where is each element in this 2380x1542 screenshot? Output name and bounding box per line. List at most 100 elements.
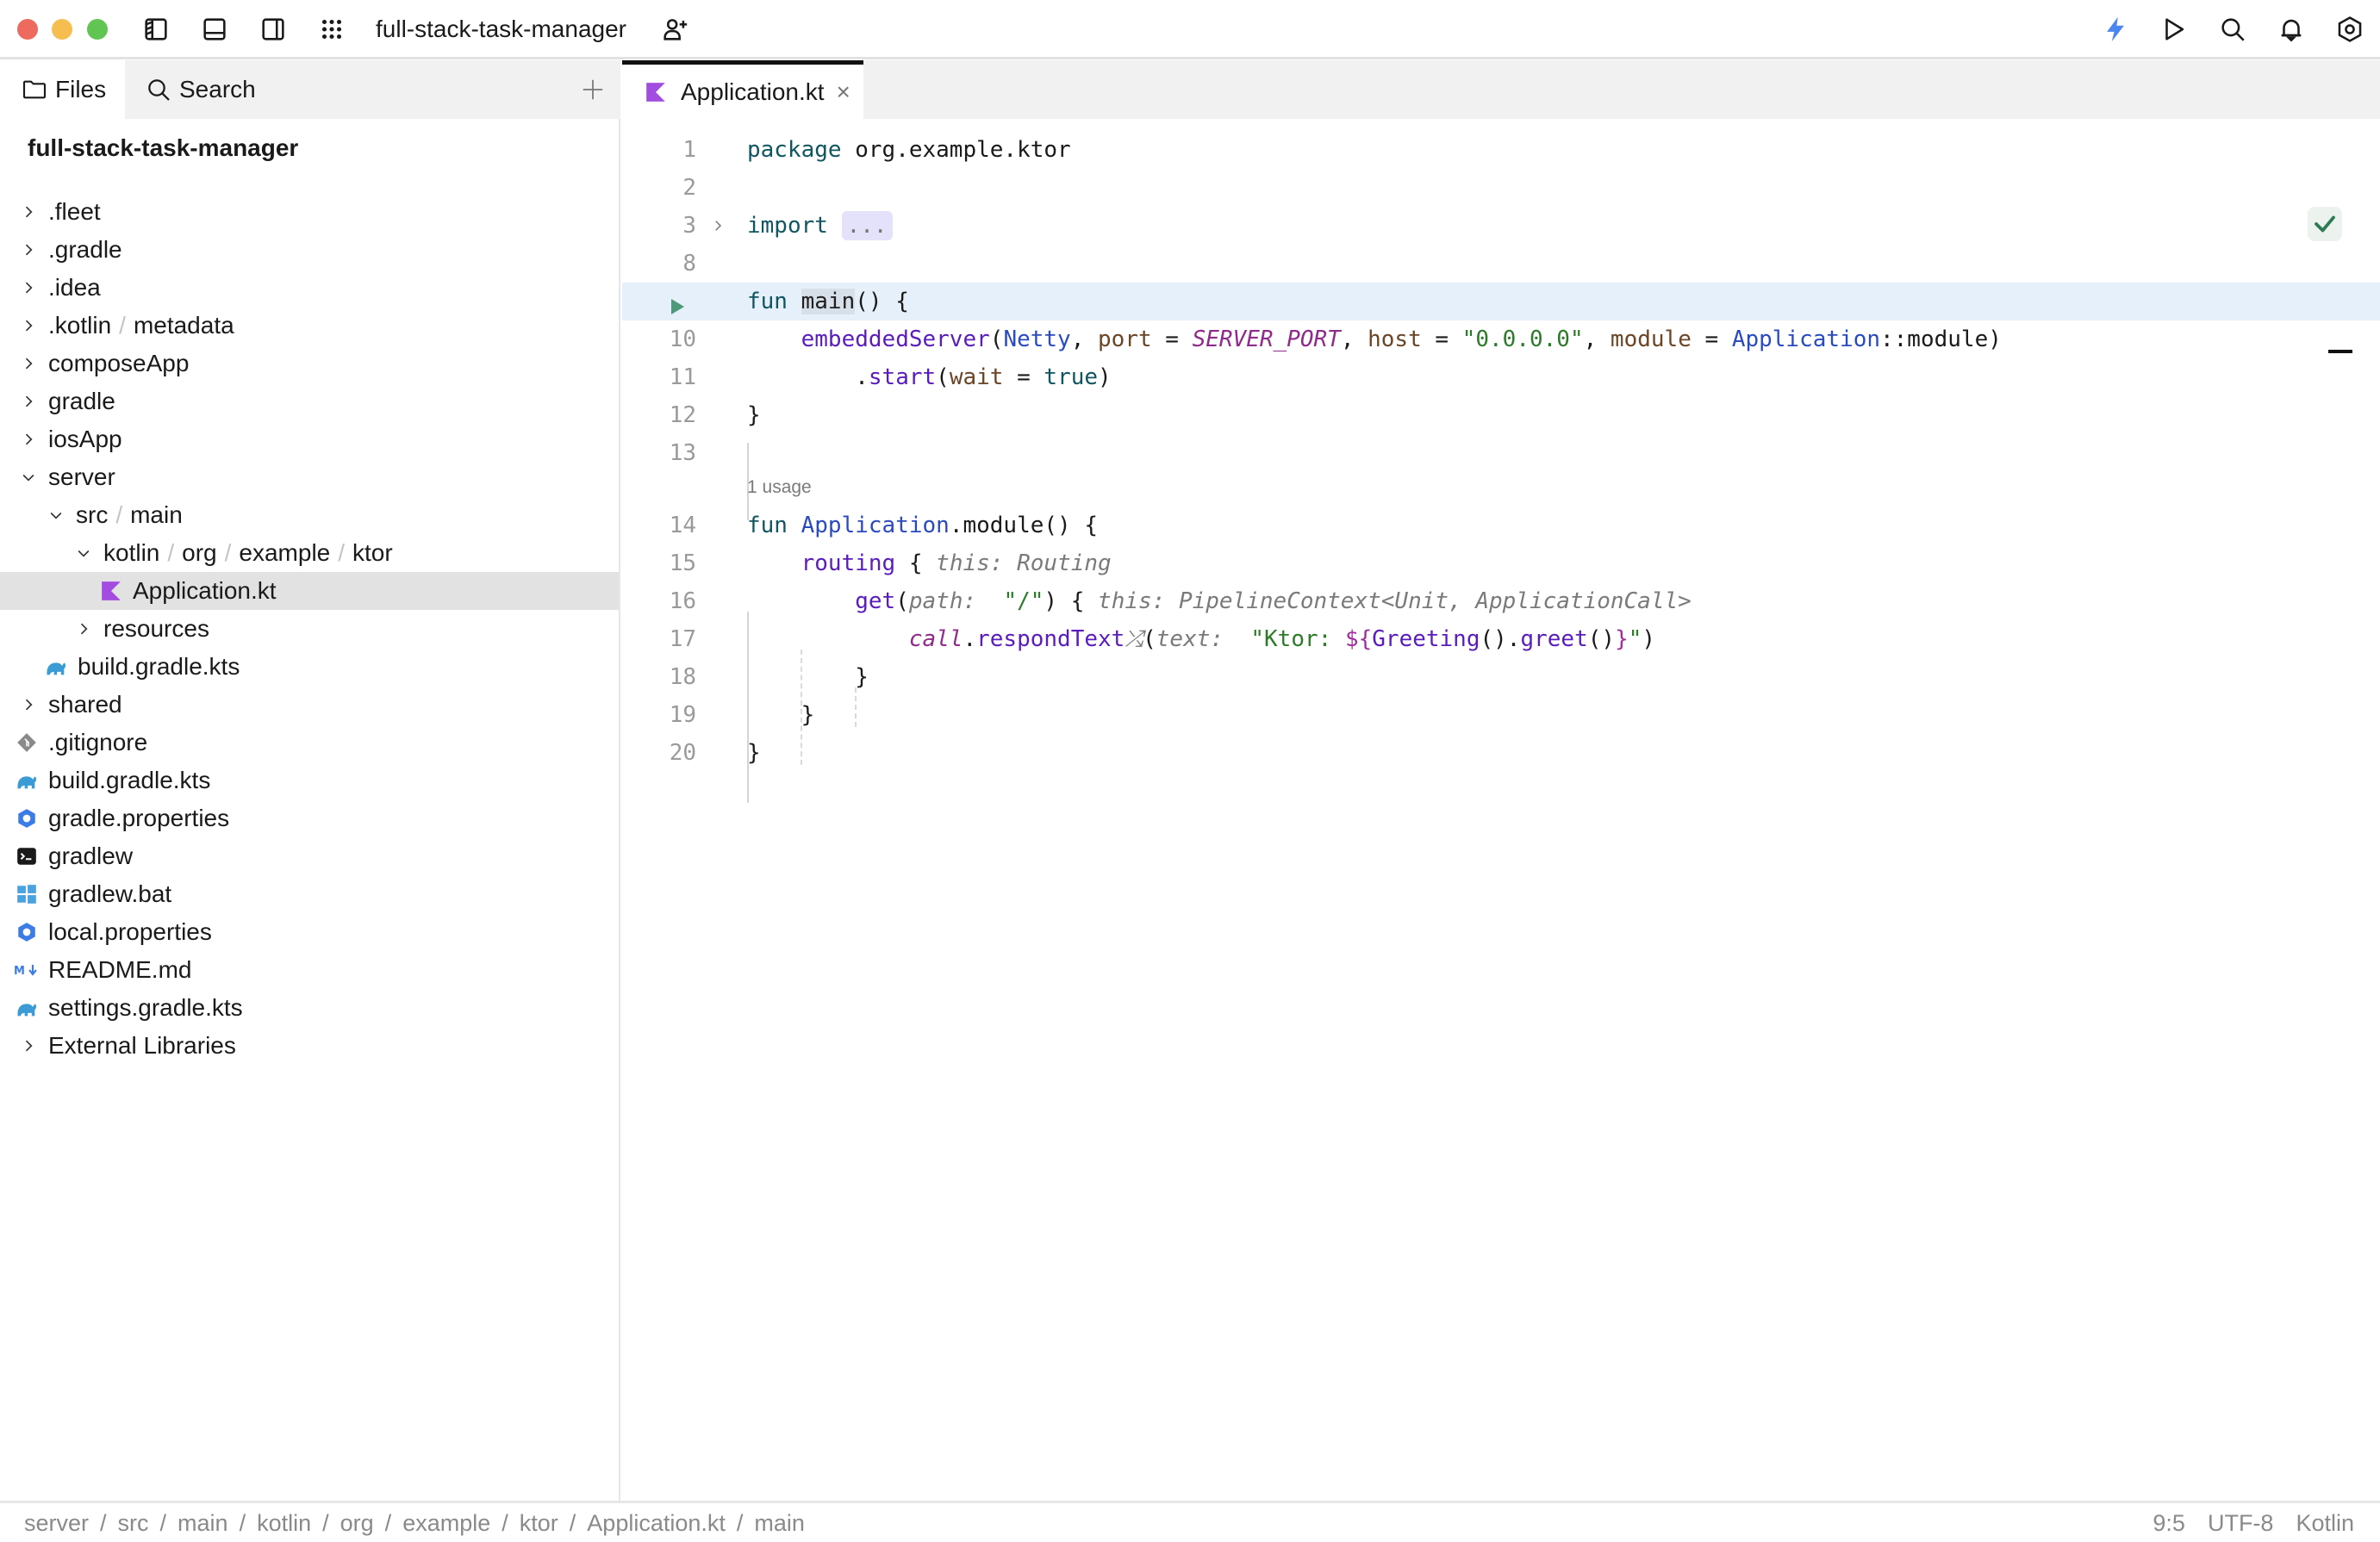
chevron-right-icon[interactable] — [19, 430, 38, 449]
minimize-window-button[interactable] — [52, 19, 72, 40]
code-line[interactable]: 12} — [622, 396, 2380, 434]
editor-tab-application-kt[interactable]: Application.kt × — [622, 60, 863, 119]
code-line[interactable]: 20} — [622, 734, 2380, 772]
plus-icon[interactable] — [577, 74, 608, 105]
tree-item[interactable]: local.properties — [0, 913, 619, 951]
run-icon[interactable] — [2158, 14, 2190, 45]
tree-item-label: iosApp — [48, 426, 122, 452]
project-title[interactable]: full-stack-task-manager — [376, 14, 626, 45]
tree-item[interactable]: server — [0, 458, 619, 496]
tree-item[interactable]: composeApp — [0, 345, 619, 382]
breadcrumb-item[interactable]: kotlin — [257, 1510, 311, 1537]
code-line[interactable]: 15 routing { this: Routing — [622, 544, 2380, 582]
tree-item[interactable]: .kotlin / metadata — [0, 307, 619, 345]
code-text: import ... — [747, 207, 893, 245]
inspection-status-badge[interactable] — [2308, 207, 2342, 241]
bell-icon[interactable] — [2275, 14, 2308, 45]
chevron-right-icon[interactable] — [74, 619, 93, 638]
tree-item[interactable]: iosApp — [0, 420, 619, 458]
breadcrumb-item[interactable]: server — [24, 1510, 89, 1537]
close-tab-icon[interactable]: × — [837, 78, 850, 106]
chevron-right-icon[interactable] — [19, 1036, 38, 1055]
chevron-right-icon[interactable] — [19, 316, 38, 335]
code-line[interactable]: 2 — [622, 169, 2380, 207]
usage-hint[interactable]: 1 usage — [747, 477, 812, 498]
tree-item[interactable]: build.gradle.kts — [0, 762, 619, 799]
toggle-bottom-panel-icon[interactable] — [198, 14, 231, 45]
code-token: fun — [747, 289, 788, 314]
tree-item[interactable]: .fleet — [0, 193, 619, 231]
tree-item[interactable]: shared — [0, 686, 619, 724]
code-line[interactable]: 14 fun Application.module() { — [622, 507, 2380, 544]
chevron-right-icon[interactable] — [19, 354, 38, 373]
code-line[interactable]: 19 } — [622, 696, 2380, 734]
search-icon[interactable] — [2216, 14, 2249, 45]
code-line[interactable]: 8 — [622, 245, 2380, 283]
chevron-right-icon[interactable] — [19, 392, 38, 411]
tab-search[interactable]: Search — [145, 60, 256, 119]
tree-item[interactable]: settings.gradle.kts — [0, 989, 619, 1027]
app-grid-icon[interactable] — [315, 14, 348, 45]
tree-item[interactable]: gradle.properties — [0, 799, 619, 837]
tree-item[interactable]: gradle — [0, 382, 619, 420]
tree-item[interactable]: resources — [0, 610, 619, 648]
tree-item[interactable]: src / main — [0, 496, 619, 534]
tree-item[interactable]: M README.md — [0, 951, 619, 989]
chevron-down-icon[interactable] — [19, 468, 38, 487]
code-editor[interactable]: 1 package org.example.ktor 2 3 import ... 8 fu… — [622, 119, 2380, 1501]
breadcrumb-item[interactable]: main — [754, 1510, 805, 1537]
code-token: fun — [747, 513, 788, 538]
add-user-icon[interactable] — [658, 14, 691, 45]
chevron-right-icon[interactable] — [19, 695, 38, 714]
tree-item[interactable]: build.gradle.kts — [0, 648, 619, 686]
code-token: = — [1151, 326, 1193, 352]
git-icon — [14, 730, 40, 755]
scrollbar-position-marker[interactable] — [2328, 350, 2352, 353]
breadcrumb-item[interactable]: Application.kt — [587, 1510, 726, 1537]
tree-item[interactable]: .idea — [0, 269, 619, 307]
tree-item[interactable]: Application.kt — [0, 572, 619, 610]
run-gutter-icon[interactable] — [667, 291, 688, 314]
fold-chevron-icon[interactable] — [710, 207, 729, 245]
code-line[interactable]: 17 call.respondText⤮(text: "Ktor: ${Gree… — [622, 620, 2380, 658]
lightning-icon[interactable] — [2099, 14, 2132, 45]
chevron-down-icon[interactable] — [47, 506, 65, 525]
cursor-position[interactable]: 9:5 — [2153, 1510, 2185, 1537]
breadcrumb-item[interactable]: main — [178, 1510, 228, 1537]
toggle-left-panel-icon[interactable] — [140, 14, 172, 45]
breadcrumb-item[interactable]: example — [402, 1510, 490, 1537]
code-token[interactable]: ... — [841, 211, 893, 240]
code-line[interactable]: 1 package org.example.ktor — [622, 131, 2380, 169]
code-line[interactable]: fun main() { — [622, 283, 2380, 320]
breadcrumb-item[interactable]: src — [118, 1510, 149, 1537]
tree-item[interactable]: External Libraries — [0, 1027, 619, 1065]
tree-item[interactable]: gradlew — [0, 837, 619, 875]
file-encoding[interactable]: UTF-8 — [2208, 1510, 2274, 1537]
tab-files[interactable]: Files — [0, 60, 125, 119]
code-token: .module() { — [949, 513, 1098, 538]
breadcrumb-item[interactable]: ktor — [520, 1510, 558, 1537]
file-language[interactable]: Kotlin — [2296, 1510, 2354, 1537]
toggle-right-panel-icon[interactable] — [257, 14, 290, 45]
chevron-down-icon[interactable] — [74, 544, 93, 563]
tree-item[interactable]: kotlin / org / example / ktor — [0, 534, 619, 572]
code-line[interactable]: 18 } — [622, 658, 2380, 696]
settings-icon[interactable] — [2333, 14, 2366, 45]
chevron-right-icon[interactable] — [19, 240, 38, 259]
close-window-button[interactable] — [17, 19, 38, 40]
code-line[interactable]: 3 import ... — [622, 207, 2380, 245]
code-line[interactable]: 16 get(path: "/") { this: PipelineContex… — [622, 582, 2380, 620]
code-line[interactable]: 11 .start(wait = true) — [622, 358, 2380, 396]
chevron-right-icon[interactable] — [19, 278, 38, 297]
code-text: package org.example.ktor — [747, 131, 1071, 169]
maximize-window-button[interactable] — [87, 19, 108, 40]
tree-item[interactable]: .gradle — [0, 231, 619, 269]
tree-item[interactable]: gradlew.bat — [0, 875, 619, 913]
code-line[interactable]: 13 — [622, 434, 2380, 472]
breadcrumb-separator: / — [159, 1510, 167, 1536]
chevron-right-icon[interactable] — [19, 202, 38, 221]
code-line[interactable]: 10 embeddedServer(Netty, port = SERVER_P… — [622, 320, 2380, 358]
tree-root-project[interactable]: full-stack-task-manager — [28, 133, 298, 164]
tree-item[interactable]: .gitignore — [0, 724, 619, 762]
breadcrumb-item[interactable]: org — [340, 1510, 374, 1537]
